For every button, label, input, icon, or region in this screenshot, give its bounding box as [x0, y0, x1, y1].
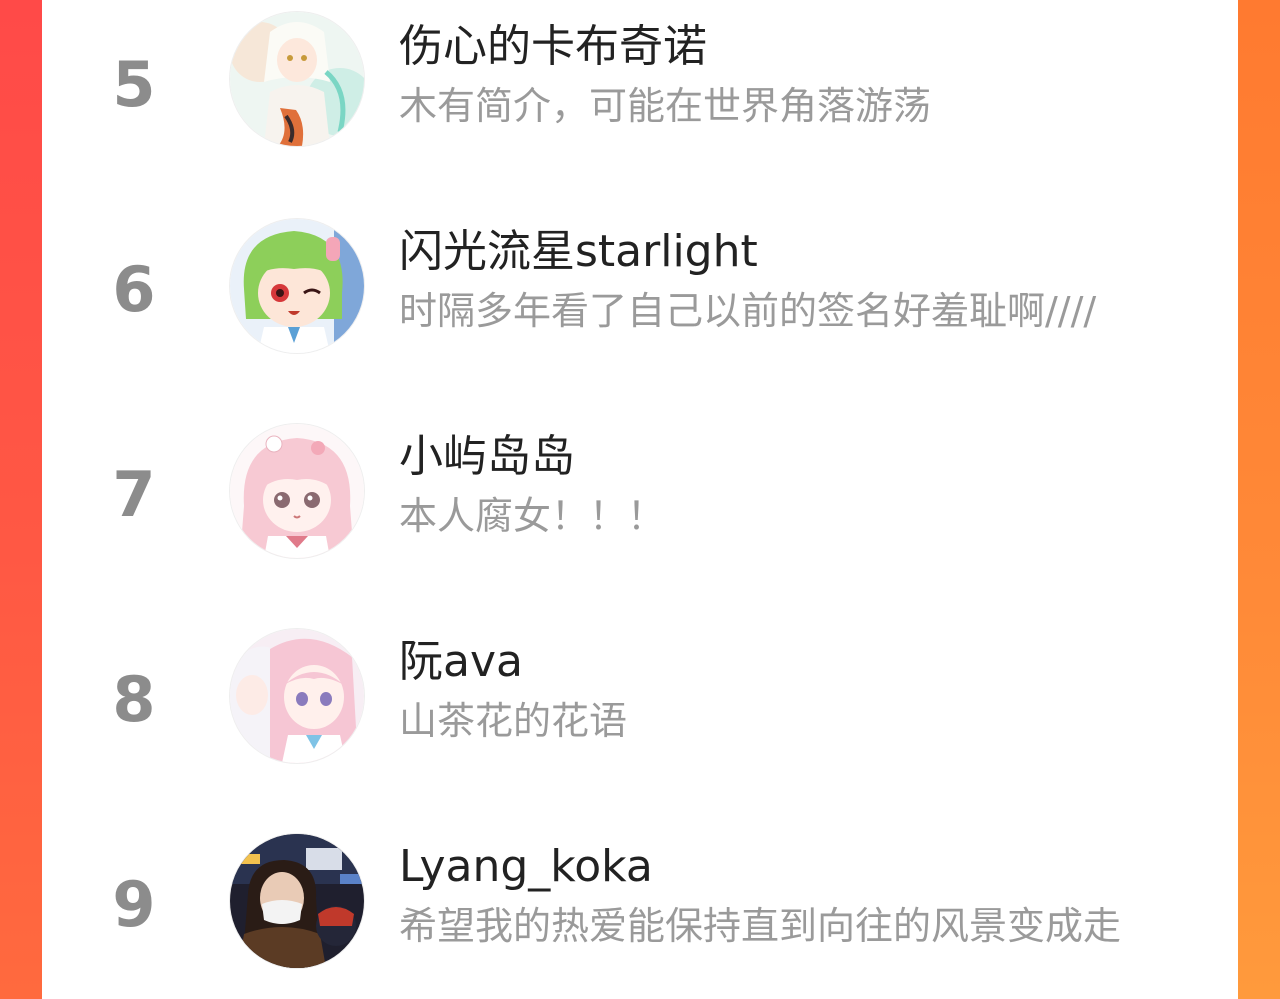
- background-left-edge: [0, 0, 42, 999]
- user-bio: 时隔多年看了自己以前的签名好羞耻啊////: [399, 289, 1097, 333]
- anime-girl-green-hair-avatar-icon[interactable]: [230, 219, 364, 353]
- anime-girl-pink-hair-avatar-icon[interactable]: [230, 424, 364, 558]
- photo-person-masked-avatar-icon[interactable]: [230, 834, 364, 968]
- rank-number: 5: [112, 48, 156, 121]
- rank-number: 7: [112, 458, 156, 531]
- ranking-list-item[interactable]: 5 伤心的卡布奇诺 木有简介，可能在世界角落游荡: [42, 0, 1238, 205]
- background-right-edge: [1238, 0, 1280, 999]
- user-name[interactable]: 伤心的卡布奇诺: [399, 20, 707, 74]
- user-bio: 山茶花的花语: [399, 699, 628, 743]
- user-bio: 本人腐女！！！: [399, 494, 666, 538]
- user-name[interactable]: 阮ava: [399, 635, 523, 689]
- user-bio: 希望我的热爱能保持直到向往的风景变成走: [399, 904, 1122, 948]
- anime-girls-pink-white-avatar-icon[interactable]: [230, 629, 364, 763]
- user-name[interactable]: 小屿岛岛: [399, 430, 575, 484]
- user-bio: 木有简介，可能在世界角落游荡: [399, 84, 932, 128]
- anime-girl-white-hair-avatar-icon[interactable]: [230, 12, 364, 146]
- ranking-list-item[interactable]: 7 小屿岛岛 本人腐女！！！: [42, 410, 1238, 615]
- ranking-list-item[interactable]: 8 阮ava 山茶花的花语: [42, 615, 1238, 820]
- ranking-list-item[interactable]: 9 Lyang_koka 希望我的热爱能保持直到向往的风景变成走: [42, 820, 1238, 999]
- user-name[interactable]: 闪光流星starlight: [399, 225, 758, 279]
- user-name[interactable]: Lyang_koka: [399, 840, 653, 894]
- rank-number: 9: [112, 868, 156, 941]
- rank-number: 8: [112, 663, 156, 736]
- ranking-list-panel: 5 伤心的卡布奇诺 木有简介，可能在世界角落游荡 6 闪光流星starlight…: [42, 0, 1238, 999]
- ranking-list-item[interactable]: 6 闪光流星starlight 时隔多年看了自己以前的签名好羞耻啊////: [42, 205, 1238, 410]
- rank-number: 6: [112, 253, 156, 326]
